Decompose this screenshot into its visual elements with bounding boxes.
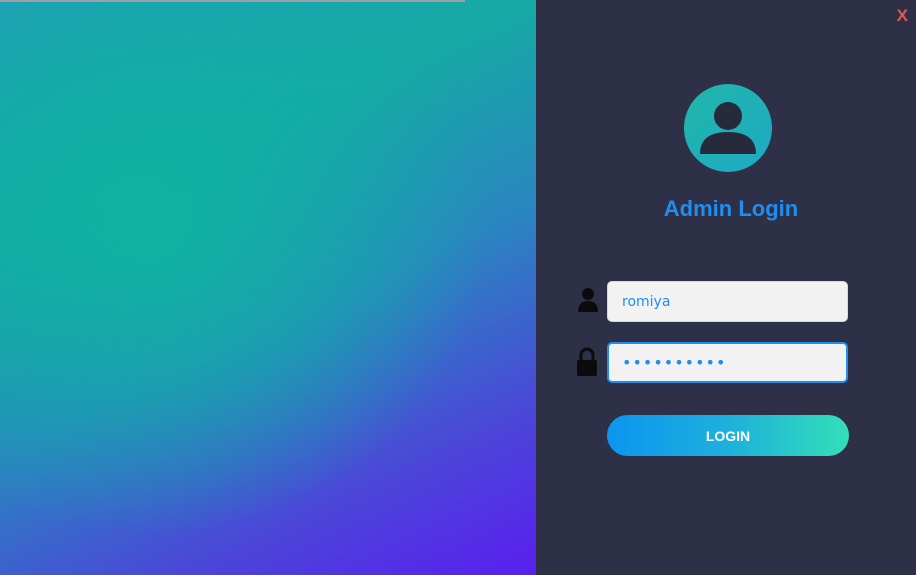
close-button[interactable]: X <box>897 6 908 26</box>
login-button[interactable]: LOGIN <box>607 415 849 456</box>
user-icon <box>576 286 600 316</box>
top-border <box>0 0 465 2</box>
lock-icon <box>575 346 599 378</box>
gradient-banner <box>0 0 536 575</box>
password-input[interactable] <box>607 342 848 383</box>
login-window: X Admin Login LOGIN <box>0 0 916 575</box>
username-input[interactable] <box>607 281 848 322</box>
page-title: Admin Login <box>663 196 799 221</box>
user-avatar-icon <box>684 84 772 172</box>
